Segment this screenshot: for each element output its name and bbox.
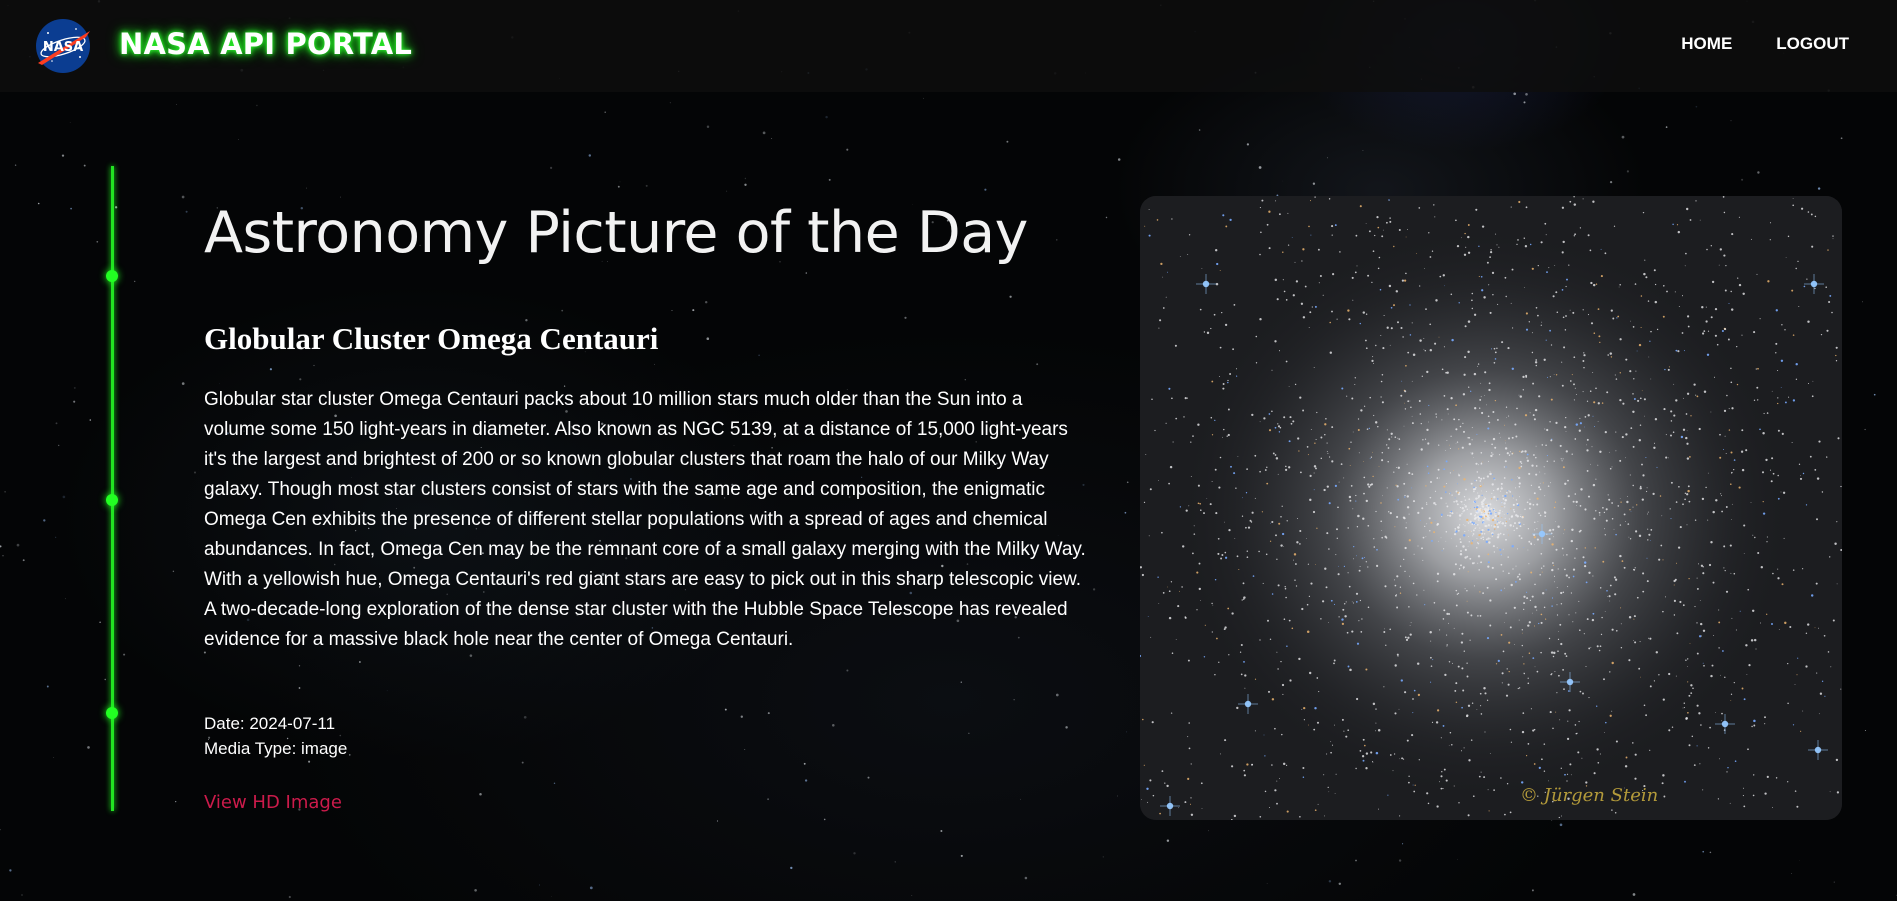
- top-navbar: NASA NASA API PORTAL HOME LOGOUT: [0, 0, 1897, 92]
- logo-text: NASA: [43, 40, 83, 55]
- page: NASA NASA API PORTAL HOME LOGOUT Astrono…: [0, 0, 1897, 901]
- page-title: Astronomy Picture of the Day: [204, 200, 1028, 266]
- timeline-dot: [106, 707, 118, 719]
- apod-title: Globular Cluster Omega Centauri: [204, 321, 659, 356]
- brand-title: NASA API PORTAL: [119, 27, 413, 61]
- timeline-dot: [106, 494, 118, 506]
- main-nav: HOME LOGOUT: [1681, 34, 1849, 54]
- image-credit: © Jürgen Stein: [1520, 785, 1658, 806]
- timeline-dot: [106, 270, 118, 282]
- nav-home-link[interactable]: HOME: [1681, 34, 1732, 54]
- globular-cluster-image: © Jürgen Stein: [1140, 196, 1842, 820]
- apod-date: Date: 2024-07-11: [204, 714, 336, 733]
- view-hd-image-link[interactable]: View HD Image: [204, 792, 342, 813]
- apod-image[interactable]: © Jürgen Stein: [1140, 196, 1842, 820]
- nasa-logo-icon[interactable]: NASA: [34, 17, 92, 75]
- apod-explanation: Globular star cluster Omega Centauri pac…: [204, 389, 1086, 650]
- apod-media-type: Media Type: image: [204, 739, 348, 758]
- nav-logout-link[interactable]: LOGOUT: [1776, 34, 1849, 54]
